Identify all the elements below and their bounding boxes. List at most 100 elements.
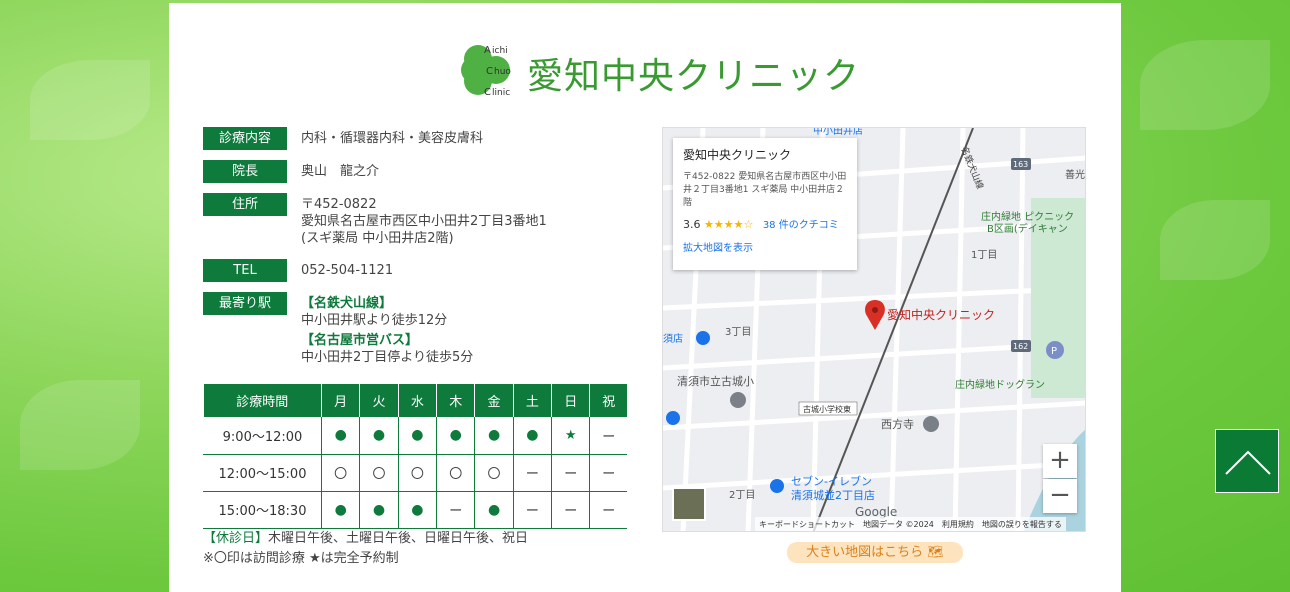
info-label: 診療内容 [203, 127, 287, 150]
map-label-kojo: 古城小学校東 [803, 404, 851, 414]
info-label: TEL [203, 259, 287, 282]
info-value: 奥山 龍之介 [301, 164, 380, 179]
map-label-3chome: 3丁目 [725, 327, 751, 338]
schedule-cell: ー [589, 454, 627, 492]
schedule-header-row: 診療時間 月 火 水 木 金 土 日 祝 [203, 384, 627, 417]
schedule-cell: ● [474, 491, 514, 529]
map-label-park-b: B区画(デイキャン [987, 222, 1068, 235]
schedule-header: 水 [398, 384, 438, 417]
reviews-link[interactable]: 38 件のクチコミ [763, 220, 839, 231]
map-label-seven: セブン-イレブン [791, 474, 872, 488]
svg-text:linic: linic [492, 88, 510, 98]
map-label-2chome: 2丁目 [729, 490, 755, 501]
logo-mark-a: A [484, 45, 491, 56]
map-marker-label: 愛知中央クリニック [887, 307, 995, 322]
big-map-button[interactable]: 大きい地図はこちら 🗺 [787, 542, 963, 563]
map-label-1chome: 1丁目 [971, 250, 997, 261]
bg-leaf [30, 60, 150, 140]
schedule-header: 診療時間 [203, 384, 322, 417]
map-attribution[interactable]: キーボードショートカット 地図データ ©2024 利用規約 地図の誤りを報告する [755, 517, 1066, 531]
schedule-row: 12:00〜15:00 〇 〇 〇 〇 〇 ー ー ー [203, 454, 627, 492]
info-label: 院長 [203, 160, 287, 183]
schedule-cell: ● [398, 491, 438, 529]
schedule-cell: 〇 [474, 454, 514, 492]
info-row-station: 最寄り駅 【名鉄犬山線】 中小田井駅より徒歩12分 【名古屋市営バス】 中小田井… [203, 292, 623, 366]
schedule-header: 日 [551, 384, 591, 417]
schedule-header: 祝 [589, 384, 627, 417]
tel-link[interactable]: 052-504-1121 [287, 259, 393, 282]
content-panel: A ichi C huo C linic 愛知中央クリニック 診療内容 内科・循… [169, 3, 1121, 592]
schedule-cell: 〇 [436, 454, 476, 492]
info-row-services: 診療内容 内科・循環器内科・美容皮膚科 [203, 127, 623, 150]
schedule-time: 9:00〜12:00 [203, 417, 322, 455]
schedule-cell: ● [321, 417, 361, 455]
map-label-naka-otai: 中小田井店 [813, 128, 863, 137]
info-row-tel: TEL 052-504-1121 [203, 259, 623, 282]
schedule-time: 12:00〜15:00 [203, 454, 322, 492]
info-value: 内科・循環器内科・美容皮膚科 [301, 131, 484, 146]
schedule-cell: ー [589, 417, 627, 455]
schedule-cell: 〇 [359, 454, 399, 492]
map-label-park: 庄内緑地 ピクニック [981, 210, 1074, 223]
schedule-cell: 〇 [398, 454, 438, 492]
schedule-header: 金 [474, 384, 514, 417]
info-row-director: 院長 奥山 龍之介 [203, 160, 623, 183]
google-map[interactable]: 3丁目 2丁目 1丁目 西方寺 清須市立古城小 古城小学校東 セブン-イレブン … [662, 127, 1086, 532]
schedule-cell: ● [513, 417, 553, 455]
bg-leaf [1160, 200, 1270, 280]
clover-logo-icon: A ichi C huo C linic [461, 45, 511, 98]
schedule-cell: ー [589, 491, 627, 529]
schedule-row: 15:00〜18:30 ● ● ● ー ● ー ー ー [203, 491, 627, 529]
svg-text:C: C [486, 66, 493, 77]
info-row-address: 住所 〒452-0822 愛知県名古屋市西区中小田井2丁目3番地1 (スギ薬局 … [203, 193, 623, 247]
info-value: 〒452-0822 愛知県名古屋市西区中小田井2丁目3番地1 (スギ薬局 中小田… [301, 197, 547, 246]
schedule-cell: 〇 [321, 454, 361, 492]
info-label: 最寄り駅 [203, 292, 287, 315]
rating-stars-icon: ★★★★☆ [704, 218, 754, 231]
schedule-cell: ー [513, 454, 553, 492]
svg-text:C: C [484, 87, 491, 98]
schedule-cell: ー [551, 454, 591, 492]
schedule-header: 木 [436, 384, 476, 417]
place-address: 〒452-0822 愛知県名古屋市西区中小田井２丁目3番地1 スギ薬局 中小田井… [683, 172, 847, 208]
schedule-table: 診療時間 月 火 水 木 金 土 日 祝 9:00〜12:00 ● ● ● ● … [203, 384, 627, 529]
schedule-time: 15:00〜18:30 [203, 491, 322, 529]
scroll-to-top-button[interactable] [1215, 429, 1279, 493]
schedule-cell: ● [398, 417, 438, 455]
holiday-text: 木曜日午後、土曜日午後、日曜日午後、祝日 [268, 531, 529, 546]
bg-leaf [1140, 40, 1270, 130]
map-label-sutenten: 須店 [663, 332, 683, 345]
chevron-up-icon [1225, 450, 1271, 475]
map-route-163: 163 [1013, 160, 1028, 169]
svg-text:P: P [1051, 346, 1057, 357]
info-label: 住所 [203, 193, 287, 216]
clinic-name: 愛知中央クリニック [527, 56, 861, 97]
info-value: 【名鉄犬山線】 中小田井駅より徒歩12分 【名古屋市営バス】 中小田井2丁目停よ… [301, 296, 474, 365]
zoom-in-button[interactable]: + [1043, 444, 1077, 478]
map-label-seven-store: 清須城並2丁目店 [791, 488, 875, 502]
schedule-cell: ● [359, 491, 399, 529]
map-place-card: 愛知中央クリニック 〒452-0822 愛知県名古屋市西区中小田井２丁目3番地1… [673, 138, 857, 270]
place-rating: 3.6 ★★★★☆ 38 件のクチコミ [683, 218, 839, 231]
enlarge-map-link[interactable]: 拡大地図を表示 [683, 239, 847, 254]
svg-text:huo: huo [494, 67, 511, 77]
schedule-cell: ★ [551, 417, 591, 455]
zoom-out-button[interactable]: − [1043, 479, 1077, 513]
schedule-cell: ー [513, 491, 553, 529]
schedule-cell: ー [551, 491, 591, 529]
schedule-header: 土 [513, 384, 553, 417]
map-route-162: 162 [1013, 342, 1028, 351]
schedule-header: 月 [321, 384, 361, 417]
bg-leaf [20, 380, 140, 470]
schedule-header: 火 [359, 384, 399, 417]
map-label-school: 清須市立古城小 [677, 374, 754, 388]
schedule-cell: ● [359, 417, 399, 455]
legend-text: ※〇印は訪問診療 ★は完全予約制 [203, 551, 399, 566]
map-label-dogrun: 庄内緑地ドッグラン [955, 378, 1045, 391]
svg-text:ichi: ichi [492, 46, 508, 56]
clinic-info: 診療内容 内科・循環器内科・美容皮膚科 院長 奥山 龍之介 住所 〒452-08… [203, 127, 623, 374]
schedule-cell: ● [436, 417, 476, 455]
map-label-zenko: 善光 [1065, 168, 1085, 181]
place-title: 愛知中央クリニック [683, 148, 792, 162]
schedule-cell: ー [436, 491, 476, 529]
